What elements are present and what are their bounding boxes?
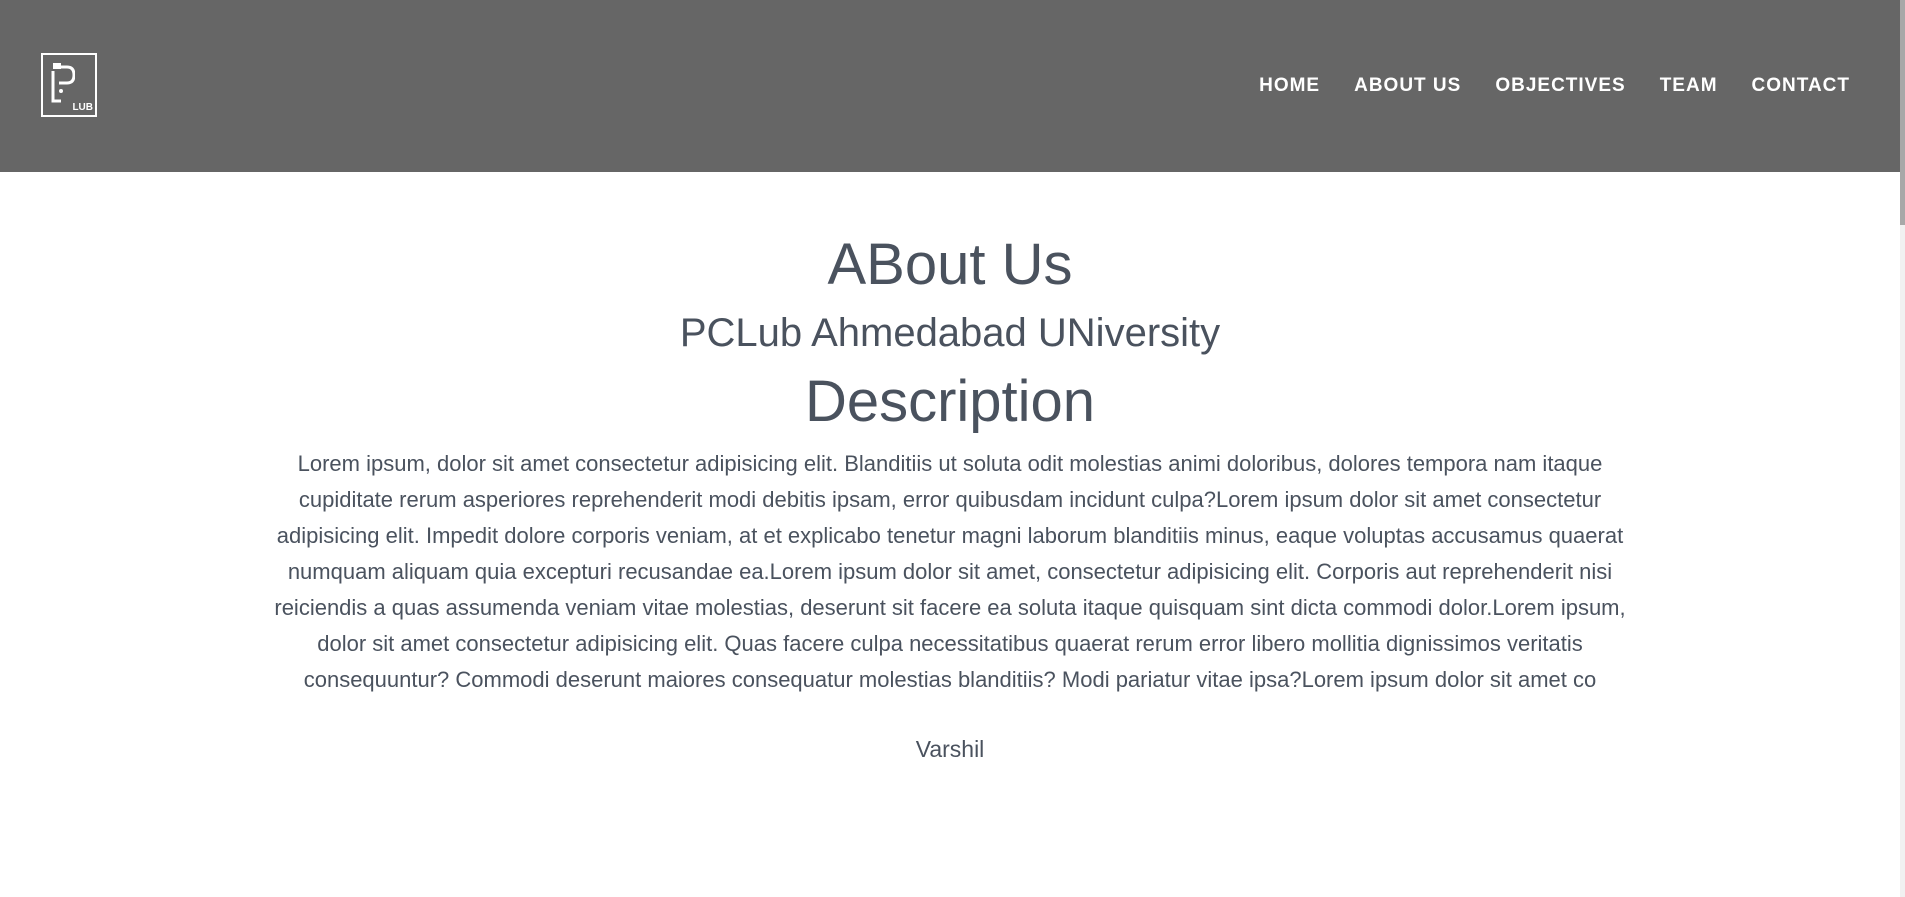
scrollbar-thumb[interactable] (1900, 0, 1905, 225)
page: LUB HOME ABOUT US OBJECTIVES TEAM CONTAC… (0, 0, 1905, 897)
description-text: Lorem ipsum, dolor sit amet consectetur … (274, 451, 1626, 692)
page-title: ABout Us (827, 232, 1073, 297)
author-name: Varshil (915, 736, 985, 762)
nav-link-team[interactable]: TEAM (1660, 75, 1718, 96)
nav-link-objectives[interactable]: OBJECTIVES (1495, 75, 1625, 96)
about-section: ABout Us PCLub Ahmedabad UNiversity Desc… (0, 172, 1900, 764)
logo-text: LUB (72, 102, 93, 113)
nav-link-home[interactable]: HOME (1259, 75, 1320, 96)
nav-item-team: TEAM (1660, 75, 1718, 97)
nav-item-contact: CONTACT (1752, 75, 1850, 97)
pclub-logo[interactable]: LUB (41, 53, 97, 117)
vertical-scrollbar[interactable] (1900, 0, 1905, 897)
page-subtitle: PCLub Ahmedabad UNiversity (679, 311, 1221, 355)
navbar: LUB HOME ABOUT US OBJECTIVES TEAM CONTAC… (0, 0, 1900, 172)
nav-link-about-us[interactable]: ABOUT US (1354, 75, 1461, 96)
nav-item-home: HOME (1259, 75, 1320, 97)
nav-item-objectives: OBJECTIVES (1495, 75, 1625, 97)
pclub-logo-icon (51, 63, 75, 103)
main-nav: HOME ABOUT US OBJECTIVES TEAM CONTACT (1225, 75, 1850, 97)
nav-item-about-us: ABOUT US (1354, 75, 1461, 97)
description-heading: Description (804, 369, 1096, 434)
nav-link-contact[interactable]: CONTACT (1752, 75, 1850, 96)
